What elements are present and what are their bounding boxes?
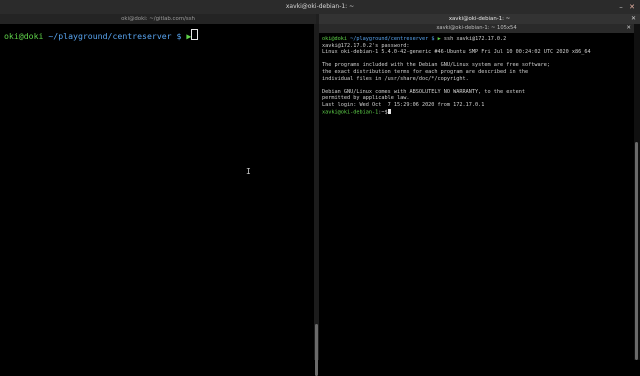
prompt-user: oki@doki: [4, 31, 44, 41]
prompt-user: xavki@oki-debian-1: [322, 109, 379, 116]
pane-subtitle: xavki@oki-debian-1: ~ 105x54 ✕: [319, 24, 634, 33]
prompt-path: ~/playground/centreserver: [350, 36, 429, 42]
tab-ssh[interactable]: oki@doki: ~/gitlab.com/ssh: [0, 14, 316, 24]
scrollbar-right[interactable]: [634, 24, 640, 360]
mouse-ibeam-icon: I: [246, 167, 251, 176]
tab-bar: oki@doki: ~/gitlab.com/ssh xavki@oki-deb…: [0, 14, 640, 24]
tab-label: oki@doki: ~/gitlab.com/ssh: [121, 16, 195, 22]
prompt-symbol: $: [176, 31, 182, 41]
tab-label: xavki@oki-debian-1: ~: [448, 16, 511, 22]
output-line: individual files in /usr/share/doc/*/cop…: [322, 75, 469, 82]
scrollbar-thumb[interactable]: [315, 324, 318, 376]
terminal-cursor: [191, 29, 199, 40]
terminal-cursor: [387, 108, 391, 115]
output-line: xavki@172.17.0.2's password:: [322, 42, 410, 49]
window-title: xavki@oki-debian-1: ~: [285, 3, 355, 10]
prompt-user: oki@doki: [322, 36, 347, 42]
pane-subtitle-text: xavki@oki-debian-1: ~ 105x54: [436, 25, 517, 31]
prompt-symbol: $: [431, 36, 435, 42]
close-icon[interactable]: ✕: [625, 0, 639, 14]
close-icon[interactable]: ✕: [626, 24, 631, 33]
output-line: Last login: Wed Oct 7 15:29:06 2020 from…: [322, 101, 485, 108]
terminal-pane-left[interactable]: oki@doki ~/playground/centreserver $ ▶: [0, 24, 314, 360]
output-line: permitted by applicable law.: [322, 95, 410, 102]
terminal-output-right: oki@doki ~/playground/centreserver $ ▶ s…: [319, 33, 634, 118]
prompt-arrow-icon: ▶: [437, 36, 441, 42]
terminal-output-left: oki@doki ~/playground/centreserver $ ▶: [0, 24, 314, 43]
terminal-pane-right[interactable]: xavki@oki-debian-1: ~ 105x54 ✕ oki@doki …: [319, 24, 634, 360]
window-titlebar: xavki@oki-debian-1: ~ – ✕: [0, 0, 640, 14]
output-line: Linux oki-debian-1 5.4.0-42-generic #46-…: [322, 49, 591, 56]
output-line: the exact distribution terms for each pr…: [322, 68, 529, 75]
tab-debian[interactable]: xavki@oki-debian-1: ~ ✕: [319, 14, 640, 24]
scrollbar-thumb[interactable]: [635, 142, 638, 360]
output-line: The programs included with the Debian GN…: [322, 62, 550, 69]
prompt-rest: :~$: [378, 109, 388, 116]
output-line: Debian GNU/Linux comes with ABSOLUTELY N…: [322, 88, 526, 95]
command-text: ssh xavki@172.17.0.2: [443, 36, 507, 42]
prompt-path: ~/playground/centreserver: [48, 31, 172, 41]
tab-close-icon[interactable]: ✕: [631, 14, 636, 24]
